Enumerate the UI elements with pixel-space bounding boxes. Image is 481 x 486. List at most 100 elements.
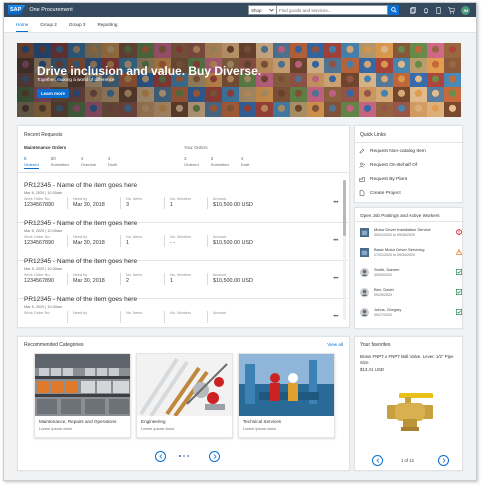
categories-prev-button[interactable] [155, 451, 166, 462]
success-check-icon [455, 268, 462, 275]
field-label: Work Order No. [24, 273, 51, 277]
tab-home[interactable]: Home [16, 22, 29, 32]
request-field-no-workers: No. Workers - - [170, 235, 191, 246]
tab-group-3[interactable]: Group 3 [69, 22, 86, 32]
job-list-item[interactable]: Smith, Damen 30/09/2020 [360, 267, 462, 284]
stat-submitted[interactable]: 50 Submitted [51, 156, 69, 169]
favorite-item-name[interactable]: Brass FNPT x FNPT Ball Valve, Lever, 1/2… [360, 354, 456, 366]
request-title[interactable]: PR12345 - Name of the item goes here [24, 258, 137, 265]
success-check-icon [455, 288, 462, 295]
field-label: Amount [213, 273, 227, 277]
documents-icon[interactable] [409, 7, 416, 14]
user-avatar[interactable]: JM [461, 6, 470, 15]
carousel-dot[interactable] [179, 455, 181, 457]
quick-link-create-project[interactable]: Create Project [359, 190, 401, 196]
job-list-item[interactable]: Johns, Gregory 09/27/2020 [360, 307, 462, 324]
field-label: No. Workers [170, 235, 192, 239]
more-actions-icon[interactable]: ••• [333, 314, 338, 320]
category-image-engineering [137, 354, 232, 416]
field-separator [207, 273, 208, 285]
category-image-technical-services [239, 354, 334, 416]
maintenance-stats: 5 Ordered 50 Submitted 4 Overdue 4 Draft [24, 156, 129, 169]
your-orders-label: Your Orders [184, 145, 208, 150]
job-subtitle: 30/09/2020 [374, 273, 392, 277]
category-name: Maintenance, Repairs and Operations [39, 419, 117, 424]
more-actions-icon[interactable]: ••• [333, 200, 338, 206]
category-image-mro [35, 354, 130, 416]
job-list-item[interactable]: Basic Motor Driver Servicing 27/01/2020 t… [360, 247, 462, 264]
request-field-need-by: Need by Mar 30, 2018 [73, 235, 105, 246]
request-title[interactable]: PR12345 - Name of the item goes here [24, 182, 137, 189]
stat-draft[interactable]: 4 Draft [108, 156, 117, 169]
request-list: PR12345 - Name of the item goes here Mar … [18, 178, 348, 327]
mobile-device-icon[interactable] [435, 7, 442, 14]
search-button[interactable] [388, 5, 399, 15]
job-list-item[interactable]: Motor Driver Installation Service 30/01/2… [360, 227, 462, 244]
categories-next-button[interactable] [209, 451, 220, 462]
field-label: Work Order No. [24, 235, 51, 239]
quick-link-non-catalog[interactable]: Request Non-catalog Item [359, 148, 426, 154]
field-value: Mar 30, 2018 [73, 278, 105, 284]
field-label: No. Items [126, 197, 143, 201]
field-value: $10,500.00 USD [213, 202, 253, 208]
sap-logo[interactable]: SAP [8, 5, 26, 15]
stat-overdue[interactable]: 4 Overdue [81, 156, 96, 169]
job-title: Ben, David [374, 287, 394, 292]
stat-ordered[interactable]: 5 Ordered [24, 156, 39, 169]
search-scope-select[interactable]: Shop [248, 5, 277, 15]
favorites-prev-button[interactable] [372, 455, 383, 466]
notification-bell-icon[interactable] [422, 7, 429, 14]
category-card-technical-services[interactable]: Technical Services Lorem ipsum dolor [238, 353, 335, 438]
quick-links-title: Quick Links [360, 132, 386, 138]
stat-your-submitted[interactable]: 3 Submitted [211, 156, 229, 167]
chevron-left-icon [375, 458, 379, 463]
job-postings-card: Open Job Postings and Active Workers Mot… [354, 207, 464, 329]
field-label: Need by [73, 235, 88, 239]
job-subtitle: 27/01/2020 to 09/30/2020 [374, 253, 415, 257]
field-label: Need by [73, 197, 88, 201]
learn-more-button[interactable]: Learn more [37, 89, 69, 98]
tab-group-2[interactable]: Group 2 [40, 22, 57, 32]
carousel-dot[interactable] [183, 455, 185, 457]
quick-link-on-behalf[interactable]: Request On-Behalf Of [359, 162, 417, 168]
more-actions-icon[interactable]: ••• [333, 276, 338, 282]
request-field-no-workers: No. Workers 1 [170, 197, 191, 208]
carousel-dot[interactable] [187, 455, 189, 457]
request-row[interactable]: PR12345 - Name of the item goes here Mar … [18, 292, 348, 327]
request-field-no-items: No. Items 3 [126, 197, 142, 208]
more-actions-icon[interactable]: ••• [333, 238, 338, 244]
field-separator [67, 197, 68, 209]
recent-requests-card: Recent Requests Maintenance Orders Your … [17, 125, 350, 328]
favorite-item-image[interactable] [383, 389, 437, 435]
favorites-next-button[interactable] [438, 455, 449, 466]
view-all-link[interactable]: View all [327, 342, 343, 347]
person-avatar [360, 268, 369, 277]
stat-your-ordered[interactable]: 3 Ordered [184, 156, 199, 167]
scrollbar-thumb[interactable] [343, 180, 346, 236]
category-card-engineering[interactable]: Engineering Lorem ipsum dolor [136, 353, 233, 438]
quick-link-by-plant[interactable]: Request By Plant [359, 176, 407, 182]
field-value: 1 [170, 202, 173, 208]
tab-reporting[interactable]: Reporting [97, 22, 117, 32]
request-field-amount: Amount [213, 311, 226, 316]
search-scope-value: Shop [251, 7, 262, 13]
cart-icon[interactable] [448, 7, 455, 14]
search-input[interactable]: Find goods and services... [277, 5, 388, 15]
category-desc: Lorem ipsum dolor [141, 426, 175, 431]
stat-your-draft[interactable]: 4 Draft [241, 156, 250, 167]
field-separator [164, 311, 165, 323]
field-label: No. Workers [170, 311, 192, 315]
request-field-need-by: Need by Mar 30, 2018 [73, 273, 105, 284]
job-list-item[interactable]: Ben, David 09/29/2020 [360, 287, 462, 304]
request-title[interactable]: PR12345 - Name of the item goes here [24, 296, 137, 303]
field-label: No. Items [126, 273, 143, 277]
person-avatar [360, 288, 369, 297]
category-card-mro[interactable]: Maintenance, Repairs and Operations Lore… [34, 353, 131, 438]
field-value: Mar 30, 2018 [73, 240, 105, 246]
chevron-right-icon [442, 458, 446, 463]
job-title: Johns, Gregory [374, 307, 402, 312]
field-separator [67, 311, 68, 323]
chevron-down-icon [269, 8, 274, 12]
request-title[interactable]: PR12345 - Name of the item goes here [24, 220, 137, 227]
recent-requests-title: Recent Requests [24, 132, 63, 138]
